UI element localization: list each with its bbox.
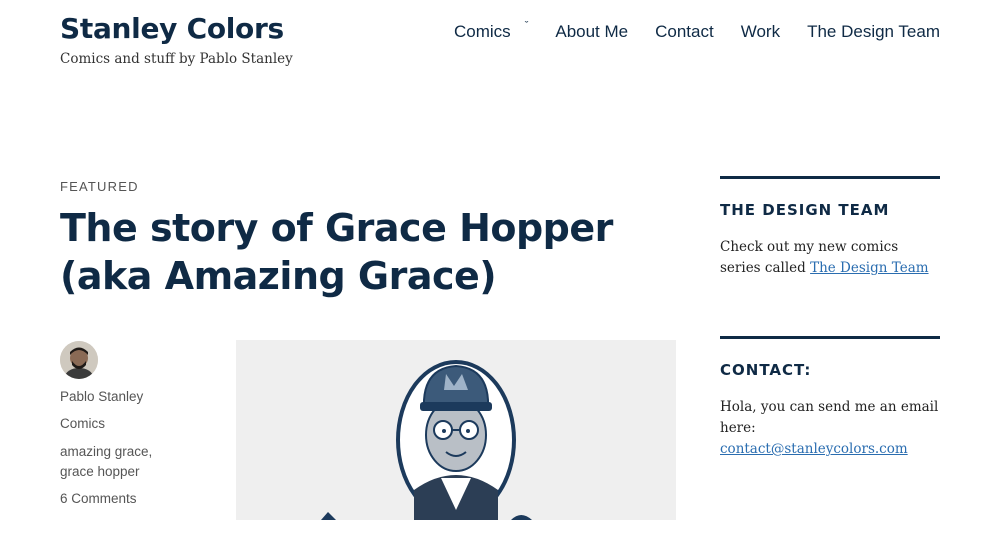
nav-item-contact[interactable]: Contact (655, 22, 714, 42)
main-navigation: Comics ˇ About Me Contact Work The Desig… (454, 20, 940, 42)
featured-image[interactable] (236, 340, 676, 520)
nav-item-comics[interactable]: Comics ˇ (454, 20, 529, 42)
widget-text: Hola, you can send me an email here: con… (720, 397, 940, 460)
widget-title: CONTACT: (720, 361, 812, 379)
widget-body: Hola, you can send me an email here: (720, 399, 939, 436)
avatar[interactable] (60, 341, 98, 379)
site-title[interactable]: Stanley Colors (60, 12, 284, 45)
contact-email-link[interactable]: contact@stanleycolors.com (720, 441, 908, 457)
post-category[interactable]: Comics (60, 416, 105, 431)
post-author[interactable]: Pablo Stanley (60, 389, 143, 404)
post-kicker: FEATURED (60, 179, 139, 194)
nav-item-design-team[interactable]: The Design Team (807, 22, 940, 42)
post-title-line2: (aka Amazing Grace) (60, 254, 497, 298)
nav-item-work[interactable]: Work (741, 22, 780, 42)
widget-text: Check out my new comics series called Th… (720, 237, 940, 279)
post-tag-amazing-grace[interactable]: amazing grace, (60, 444, 152, 459)
widget-design-team: THE DESIGN TEAM Check out my new comics … (720, 176, 940, 279)
site-tagline: Comics and stuff by Pablo Stanley (60, 51, 293, 67)
nav-item-about-me[interactable]: About Me (555, 22, 628, 42)
post-title-line1: The story of Grace Hopper (60, 206, 613, 250)
post-comments-link[interactable]: 6 Comments (60, 491, 137, 506)
chevron-down-icon[interactable]: ˇ (525, 20, 529, 32)
nav-item-label: Comics (454, 22, 511, 41)
post-tag-grace-hopper[interactable]: grace hopper (60, 464, 140, 479)
widget-contact: CONTACT: Hola, you can send me an email … (720, 336, 940, 460)
post-title[interactable]: The story of Grace Hopper (aka Amazing G… (60, 204, 660, 300)
widget-title: THE DESIGN TEAM (720, 201, 890, 219)
design-team-link[interactable]: The Design Team (810, 260, 928, 276)
